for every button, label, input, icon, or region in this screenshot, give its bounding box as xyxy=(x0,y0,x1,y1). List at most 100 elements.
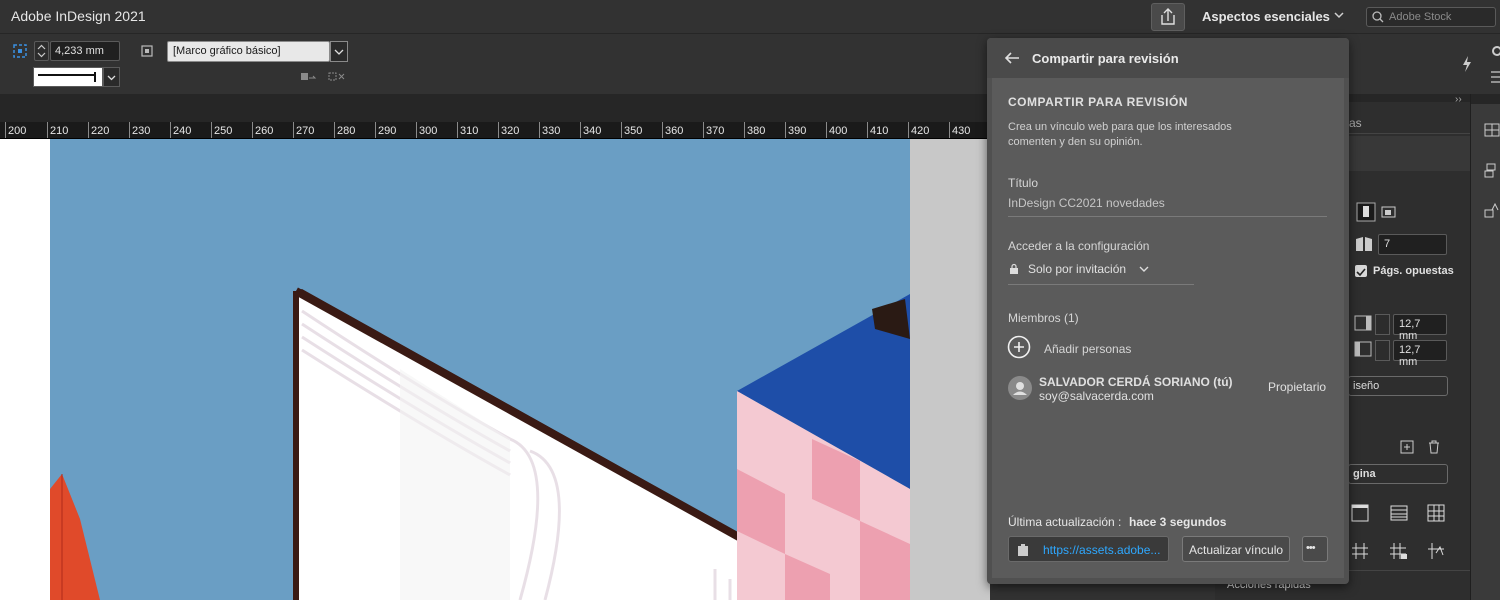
horizontal-ruler[interactable]: 200 210 220 230 240 250 260 270 280 290 … xyxy=(0,122,990,139)
share-icon xyxy=(1161,8,1175,25)
stroke-weight-input[interactable]: 4,233 mm xyxy=(50,41,120,61)
pages-icon xyxy=(1356,237,1372,251)
chevron-down-icon[interactable] xyxy=(1333,9,1345,21)
ruler-tick: 400 xyxy=(829,125,848,137)
panel-tab[interactable]: as xyxy=(1349,116,1362,130)
trash-icon[interactable] xyxy=(1427,440,1441,454)
artwork-illustration[interactable] xyxy=(0,139,990,600)
ruler-tick: 220 xyxy=(91,125,110,137)
table-icon[interactable] xyxy=(1389,503,1409,523)
smart-guides-icon[interactable] xyxy=(1426,541,1446,561)
chevron-down-icon xyxy=(334,49,344,55)
ruler-tick: 240 xyxy=(173,125,192,137)
update-link-button[interactable]: Actualizar vínculo xyxy=(1182,536,1290,562)
margin-input[interactable]: 12,7 mm xyxy=(1393,340,1447,368)
add-people-button[interactable]: Añadir personas xyxy=(1044,342,1131,356)
ruler-tick: 430 xyxy=(952,125,971,137)
access-dropdown[interactable]: Solo por invitación xyxy=(1028,262,1126,276)
members-label: Miembros (1) xyxy=(1008,311,1079,325)
last-update-value: hace 3 segundos xyxy=(1129,515,1227,529)
margin-stepper[interactable] xyxy=(1375,340,1390,361)
member-email: soy@salvacerda.com xyxy=(1039,389,1154,403)
guides-icon[interactable] xyxy=(1350,541,1370,561)
page-button[interactable]: gina xyxy=(1348,464,1448,484)
margin-inside-icon xyxy=(1354,315,1372,331)
pages-count-input[interactable]: 7 xyxy=(1378,234,1447,255)
dropdown-underline xyxy=(1008,284,1194,285)
layout-button[interactable]: iseño xyxy=(1348,376,1448,396)
object-style-dropdown[interactable] xyxy=(330,41,348,62)
margin-input[interactable]: 12,7 mm xyxy=(1393,314,1447,342)
add-circle-icon[interactable] xyxy=(1007,335,1031,359)
update-link-label: Actualizar vínculo xyxy=(1189,543,1284,557)
share-for-review-panel: Compartir para revisión COMPARTIR PARA R… xyxy=(987,38,1349,584)
ruler-tick: 250 xyxy=(214,125,233,137)
adobe-stock-search[interactable]: Adobe Stock xyxy=(1366,7,1496,27)
add-page-icon[interactable] xyxy=(1400,440,1414,454)
panel-body: COMPARTIR PARA REVISIÓN Crea un vínculo … xyxy=(992,78,1344,578)
collapse-panel-icon[interactable]: ›› xyxy=(1455,94,1462,105)
ruler-tick: 420 xyxy=(911,125,930,137)
facing-pages-checkbox[interactable] xyxy=(1355,265,1367,277)
search-placeholder: Adobe Stock xyxy=(1389,11,1452,23)
more-icon: ••• xyxy=(1306,542,1316,554)
panel-icon-strip xyxy=(1470,94,1500,600)
break-link-icon[interactable] xyxy=(327,70,347,84)
panel-header xyxy=(1348,136,1470,171)
description-line: Crea un vínculo web para que los interes… xyxy=(1008,121,1232,133)
chevron-down-icon xyxy=(107,75,116,81)
title-label: Título xyxy=(1008,176,1039,190)
checkmark-icon xyxy=(1356,268,1366,277)
lock-icon xyxy=(1010,263,1018,274)
more-options-button[interactable]: ••• xyxy=(1302,536,1328,562)
clear-overrides-icon[interactable] xyxy=(299,70,319,84)
stroke-type-swatch[interactable] xyxy=(33,67,103,87)
back-arrow-icon[interactable] xyxy=(1004,51,1020,65)
lightning-icon[interactable] xyxy=(1460,55,1474,73)
layers-panel-icon[interactable] xyxy=(1483,162,1500,180)
frame-grid-icon[interactable] xyxy=(1350,503,1370,523)
pages-panel-icon[interactable] xyxy=(1483,122,1500,138)
ruler-tick: 280 xyxy=(337,125,356,137)
ruler-tick: 290 xyxy=(378,125,397,137)
landscape-orientation-icon[interactable] xyxy=(1381,204,1397,220)
panel-title: Compartir para revisión xyxy=(1032,51,1179,66)
ruler-tick: 300 xyxy=(419,125,438,137)
ruler-tick: 370 xyxy=(706,125,725,137)
ruler-tick: 390 xyxy=(788,125,807,137)
description-line: comenten y den su opinión. xyxy=(1008,136,1143,148)
portrait-orientation-icon[interactable] xyxy=(1356,202,1376,222)
document-canvas[interactable] xyxy=(0,139,990,600)
input-underline xyxy=(1008,216,1327,217)
margin-stepper[interactable] xyxy=(1375,314,1390,335)
share-button[interactable] xyxy=(1151,3,1185,31)
stroke-weight-stepper[interactable] xyxy=(34,41,49,61)
grid-lock-icon[interactable] xyxy=(1388,541,1408,561)
menu-icon[interactable] xyxy=(1491,70,1500,84)
char-styles-icon[interactable] xyxy=(1483,202,1500,220)
ruler-tick: 380 xyxy=(747,125,766,137)
grid-icon[interactable] xyxy=(1426,503,1446,523)
ruler-tick: 360 xyxy=(665,125,684,137)
review-link-field[interactable]: https://assets.adobe... xyxy=(1008,536,1169,562)
gear-icon[interactable] xyxy=(1490,44,1500,58)
panel-tab-strip xyxy=(1348,114,1470,134)
stroke-type-dropdown[interactable] xyxy=(103,67,120,87)
object-style-select[interactable]: [Marco gráfico básico] xyxy=(167,41,330,62)
title-bar: Adobe InDesign 2021 Aspectos esenciales … xyxy=(0,0,1500,34)
access-label: Acceder a la configuración xyxy=(1008,239,1150,253)
avatar xyxy=(1008,376,1032,400)
ruler-tick: 200 xyxy=(8,125,27,137)
search-icon xyxy=(1372,11,1384,23)
section-title: COMPARTIR PARA REVISIÓN xyxy=(1008,95,1188,109)
frame-fitting-icon[interactable] xyxy=(139,43,155,59)
review-link[interactable]: https://assets.adobe... xyxy=(1043,543,1160,557)
reference-point-icon[interactable] xyxy=(12,43,28,59)
title-input[interactable]: InDesign CC2021 novedades xyxy=(1008,196,1165,210)
workspace-switcher[interactable]: Aspectos esenciales xyxy=(1202,9,1330,24)
clipboard-icon[interactable] xyxy=(1017,543,1029,557)
chevron-down-icon[interactable] xyxy=(1138,264,1150,274)
ruler-tick: 340 xyxy=(583,125,602,137)
last-update-label: Última actualización : xyxy=(1008,515,1122,529)
ruler-tick: 330 xyxy=(542,125,561,137)
